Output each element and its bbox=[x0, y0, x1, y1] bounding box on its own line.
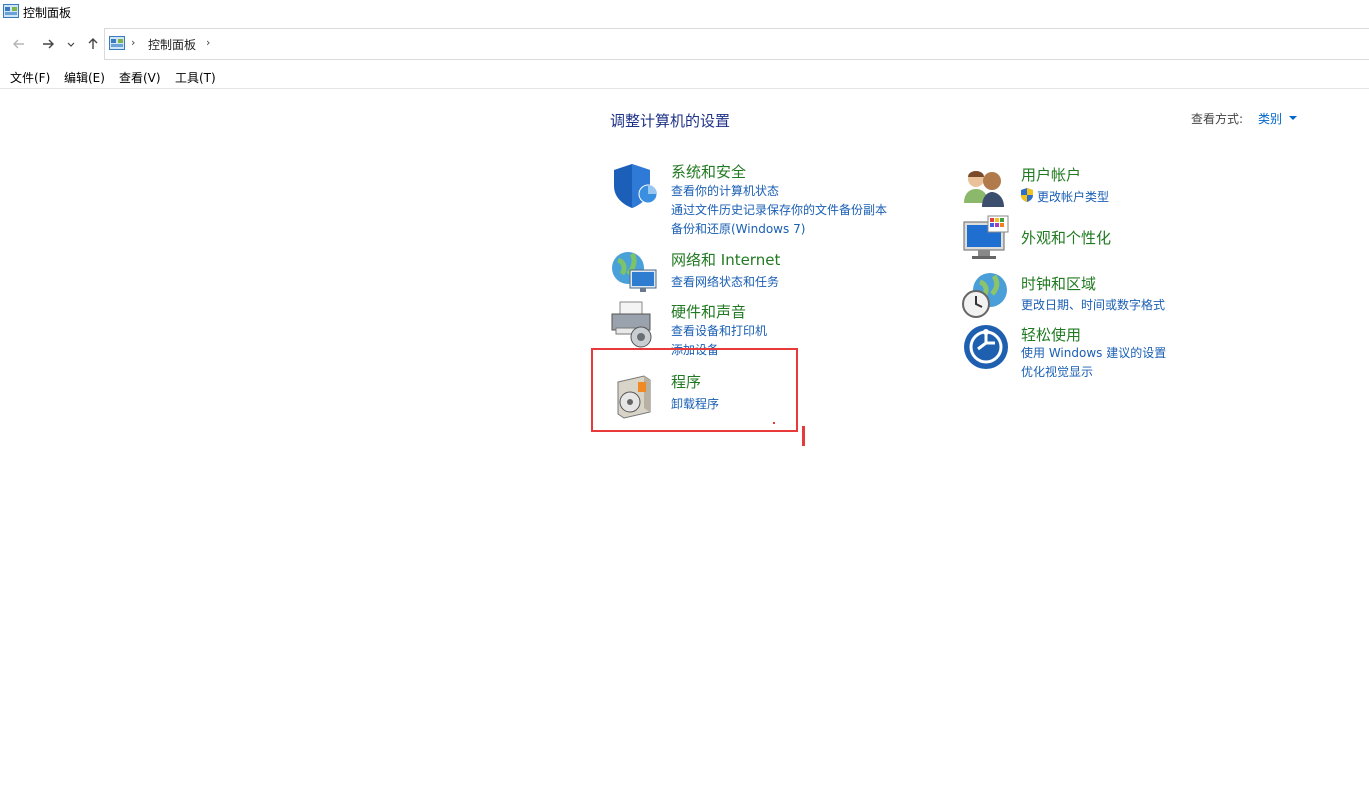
link-devices-printers[interactable]: 查看设备和打印机 bbox=[671, 322, 767, 339]
window-title: 控制面板 bbox=[23, 6, 72, 20]
monitor-palette-icon[interactable] bbox=[962, 214, 1010, 262]
printer-speaker-icon[interactable] bbox=[610, 300, 658, 348]
dropdown-caret-icon[interactable] bbox=[1289, 116, 1297, 120]
link-windows-recommended-settings[interactable]: 使用 Windows 建议的设置 bbox=[1021, 344, 1166, 361]
menu-bar: 文件(F) 编辑(E) 查看(V) 工具(T) bbox=[0, 68, 1369, 89]
uac-shield-icon bbox=[1021, 188, 1033, 202]
navigation-bar: › 控制面板 › bbox=[0, 28, 1369, 60]
highlight-marker bbox=[802, 426, 805, 446]
breadcrumb-separator[interactable]: › bbox=[206, 36, 210, 49]
menu-tools[interactable]: 工具(T) bbox=[175, 69, 216, 86]
highlight-box bbox=[591, 348, 798, 432]
breadcrumb-separator[interactable]: › bbox=[131, 36, 135, 49]
category-title-ease-of-access[interactable]: 轻松使用 bbox=[1021, 324, 1081, 345]
category-title-system-security[interactable]: 系统和安全 bbox=[671, 161, 746, 182]
category-title-hardware-sound[interactable]: 硬件和声音 bbox=[671, 301, 746, 322]
ease-of-access-icon[interactable] bbox=[962, 323, 1010, 371]
menu-file[interactable]: 文件(F) bbox=[10, 69, 50, 86]
address-bar[interactable]: › 控制面板 › bbox=[104, 28, 1369, 60]
link-view-computer-status[interactable]: 查看你的计算机状态 bbox=[671, 182, 779, 199]
link-optimize-visual-display[interactable]: 优化视觉显示 bbox=[1021, 363, 1093, 380]
category-title-network-internet[interactable]: 网络和 Internet bbox=[671, 249, 780, 270]
control-panel-icon bbox=[3, 4, 19, 18]
category-title-clock-region[interactable]: 时钟和区域 bbox=[1021, 273, 1096, 294]
up-arrow-icon[interactable] bbox=[83, 34, 103, 54]
link-change-account-type[interactable]: 更改帐户类型 bbox=[1037, 188, 1109, 205]
menu-view[interactable]: 查看(V) bbox=[119, 69, 161, 86]
shield-icon[interactable] bbox=[610, 162, 658, 210]
highlight-dot bbox=[773, 422, 775, 424]
view-by-dropdown[interactable]: 类别 bbox=[1258, 110, 1282, 127]
link-network-status[interactable]: 查看网络状态和任务 bbox=[671, 273, 779, 290]
link-backup-restore[interactable]: 备份和还原(Windows 7) bbox=[671, 220, 805, 237]
category-title-user-accounts[interactable]: 用户帐户 bbox=[1021, 164, 1081, 185]
recent-locations-chevron-icon[interactable] bbox=[64, 34, 78, 54]
control-panel-icon bbox=[109, 36, 125, 50]
title-bar: 控制面板 bbox=[0, 0, 1369, 24]
menu-edit[interactable]: 编辑(E) bbox=[64, 69, 105, 86]
forward-arrow-icon[interactable] bbox=[38, 34, 58, 54]
category-title-appearance[interactable]: 外观和个性化 bbox=[1021, 227, 1111, 248]
clock-globe-icon[interactable] bbox=[962, 272, 1010, 320]
users-icon[interactable] bbox=[962, 163, 1010, 211]
page-title: 调整计算机的设置 bbox=[610, 112, 731, 130]
breadcrumb-control-panel[interactable]: 控制面板 bbox=[148, 36, 196, 53]
view-by-label: 查看方式: bbox=[1191, 112, 1244, 126]
link-change-date-time-format[interactable]: 更改日期、时间或数字格式 bbox=[1021, 296, 1165, 313]
network-globe-icon[interactable] bbox=[610, 248, 658, 296]
link-file-history-backup[interactable]: 通过文件历史记录保存你的文件备份副本 bbox=[671, 201, 887, 218]
back-arrow-icon[interactable] bbox=[9, 34, 29, 54]
